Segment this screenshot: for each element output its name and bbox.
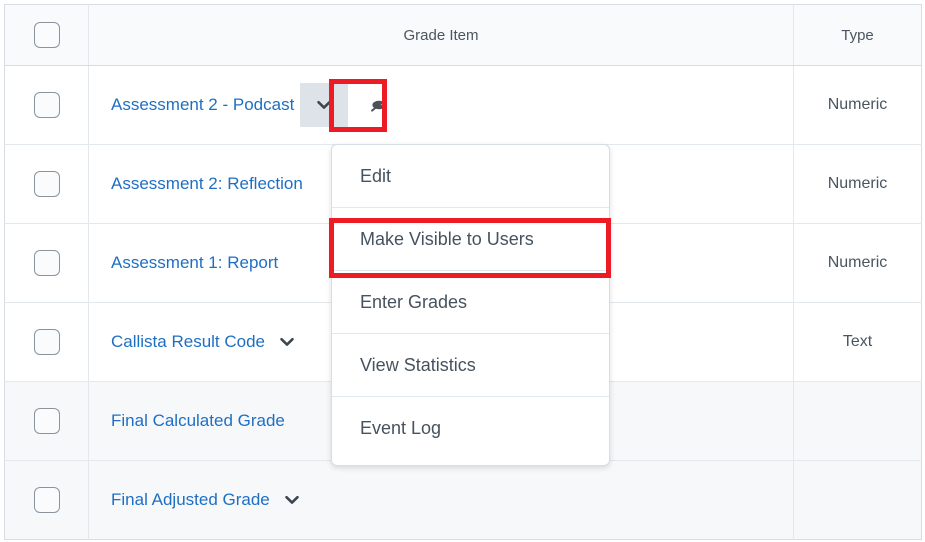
chevron-down-icon — [317, 100, 332, 109]
header-row: Grade Item Type — [4, 4, 922, 66]
row-checkbox[interactable] — [33, 92, 60, 118]
menu-item-event-log[interactable]: Event Log — [332, 397, 609, 465]
grade-item-dropdown-button[interactable] — [280, 488, 304, 512]
gradebook-screen: Grade Item Type Assessment 2 - Podcast N… — [0, 0, 925, 542]
type-cell: Numeric — [793, 144, 922, 224]
menu-item-view-statistics[interactable]: View Statistics — [332, 334, 609, 397]
row-checkbox[interactable] — [33, 250, 60, 276]
grade-item-cell: Assessment 2 - Podcast — [88, 65, 794, 145]
menu-item-edit[interactable]: Edit — [332, 145, 609, 208]
chevron-down-icon — [284, 495, 299, 504]
grade-item-cell: Final Adjusted Grade — [88, 460, 794, 540]
row-checkbox[interactable] — [33, 487, 60, 513]
row-select-cell — [4, 381, 89, 461]
row-select-cell — [4, 144, 89, 224]
table-header: Grade Item Type — [4, 4, 922, 66]
select-all-checkbox[interactable] — [33, 22, 60, 48]
row-select-cell — [4, 302, 89, 382]
type-cell: Numeric — [793, 65, 922, 145]
type-cell: Text — [793, 302, 922, 382]
select-all-header — [4, 4, 89, 66]
row-checkbox[interactable] — [33, 171, 60, 197]
grade-item-dropdown-button[interactable] — [275, 330, 299, 354]
row-select-cell — [4, 223, 89, 303]
row-checkbox[interactable] — [33, 408, 60, 434]
row-checkbox[interactable] — [33, 329, 60, 355]
grade-item-dropdown-button[interactable] — [300, 83, 349, 127]
chevron-down-icon — [280, 337, 294, 346]
type-column-header: Type — [793, 4, 922, 66]
eye-slash-icon — [366, 92, 392, 118]
row-select-cell — [4, 65, 89, 145]
grade-item-link[interactable]: Assessment 2: Reflection — [111, 174, 303, 194]
menu-item-enter-grades[interactable]: Enter Grades — [332, 271, 609, 334]
menu-item-make-visible-to-users[interactable]: Make Visible to Users — [332, 208, 609, 271]
table-row: Final Adjusted Grade — [4, 460, 922, 540]
type-cell: Numeric — [793, 223, 922, 303]
grade-item-link[interactable]: Final Adjusted Grade — [111, 490, 270, 510]
grade-item-link[interactable]: Callista Result Code — [111, 332, 265, 352]
type-cell — [793, 460, 922, 540]
row-select-cell — [4, 460, 89, 540]
grade-item-link[interactable]: Assessment 1: Report — [111, 253, 278, 273]
type-cell — [793, 381, 922, 461]
grade-item-context-menu: Edit Make Visible to Users Enter Grades … — [331, 144, 610, 466]
grade-item-link[interactable]: Final Calculated Grade — [111, 411, 285, 431]
grade-item-link[interactable]: Assessment 2 - Podcast — [111, 95, 294, 115]
grade-item-column-header: Grade Item — [88, 4, 794, 66]
table-row: Assessment 2 - Podcast Numeric — [4, 65, 922, 145]
